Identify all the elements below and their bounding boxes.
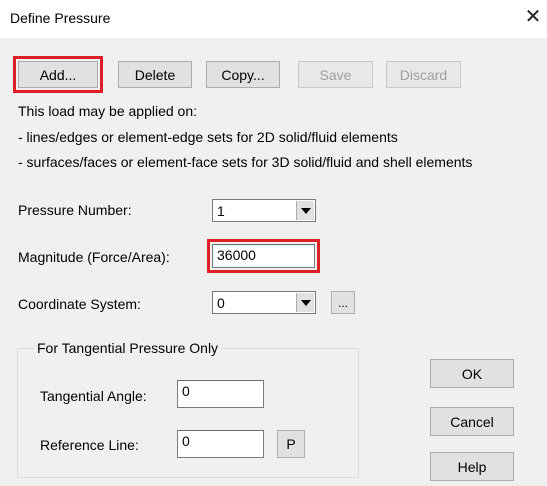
close-icon[interactable]: ✕ — [522, 6, 544, 28]
reference-line-input[interactable]: 0 — [177, 430, 264, 458]
chevron-down-icon[interactable] — [296, 293, 314, 312]
help-button[interactable]: Help — [430, 452, 514, 481]
delete-button[interactable]: Delete — [118, 61, 192, 88]
cancel-button[interactable]: Cancel — [430, 407, 514, 436]
magnitude-input[interactable]: 36000 — [212, 244, 315, 268]
ok-button[interactable]: OK — [430, 359, 514, 388]
info-line-2d: - lines/edges or element-edge sets for 2… — [18, 129, 398, 145]
tangential-angle-input[interactable]: 0 — [177, 380, 264, 408]
copy-button[interactable]: Copy... — [206, 61, 280, 88]
tangential-group — [17, 348, 359, 478]
tangential-group-title: For Tangential Pressure Only — [34, 340, 222, 356]
tangential-angle-label: Tangential Angle: — [40, 388, 147, 404]
add-button[interactable]: Add... — [18, 61, 98, 88]
coordinate-system-value: 0 — [217, 295, 225, 311]
coordinate-browse-button[interactable]: ... — [331, 291, 355, 314]
title-bar: Define Pressure ✕ — [0, 0, 547, 38]
coordinate-system-label: Coordinate System: — [18, 296, 141, 312]
info-line-3d: - surfaces/faces or element-face sets fo… — [18, 154, 473, 170]
magnitude-label: Magnitude (Force/Area): — [18, 249, 170, 265]
info-heading: This load may be applied on: — [18, 103, 197, 119]
pressure-number-value: 1 — [217, 203, 225, 219]
save-button[interactable]: Save — [298, 61, 373, 88]
discard-button[interactable]: Discard — [386, 61, 461, 88]
coordinate-system-select[interactable]: 0 — [212, 291, 316, 314]
window-title: Define Pressure — [10, 10, 111, 26]
pressure-number-label: Pressure Number: — [18, 202, 132, 218]
pick-button[interactable]: P — [277, 430, 305, 458]
pressure-number-select[interactable]: 1 — [212, 199, 316, 222]
chevron-down-icon[interactable] — [296, 201, 314, 220]
reference-line-label: Reference Line: — [40, 437, 139, 453]
